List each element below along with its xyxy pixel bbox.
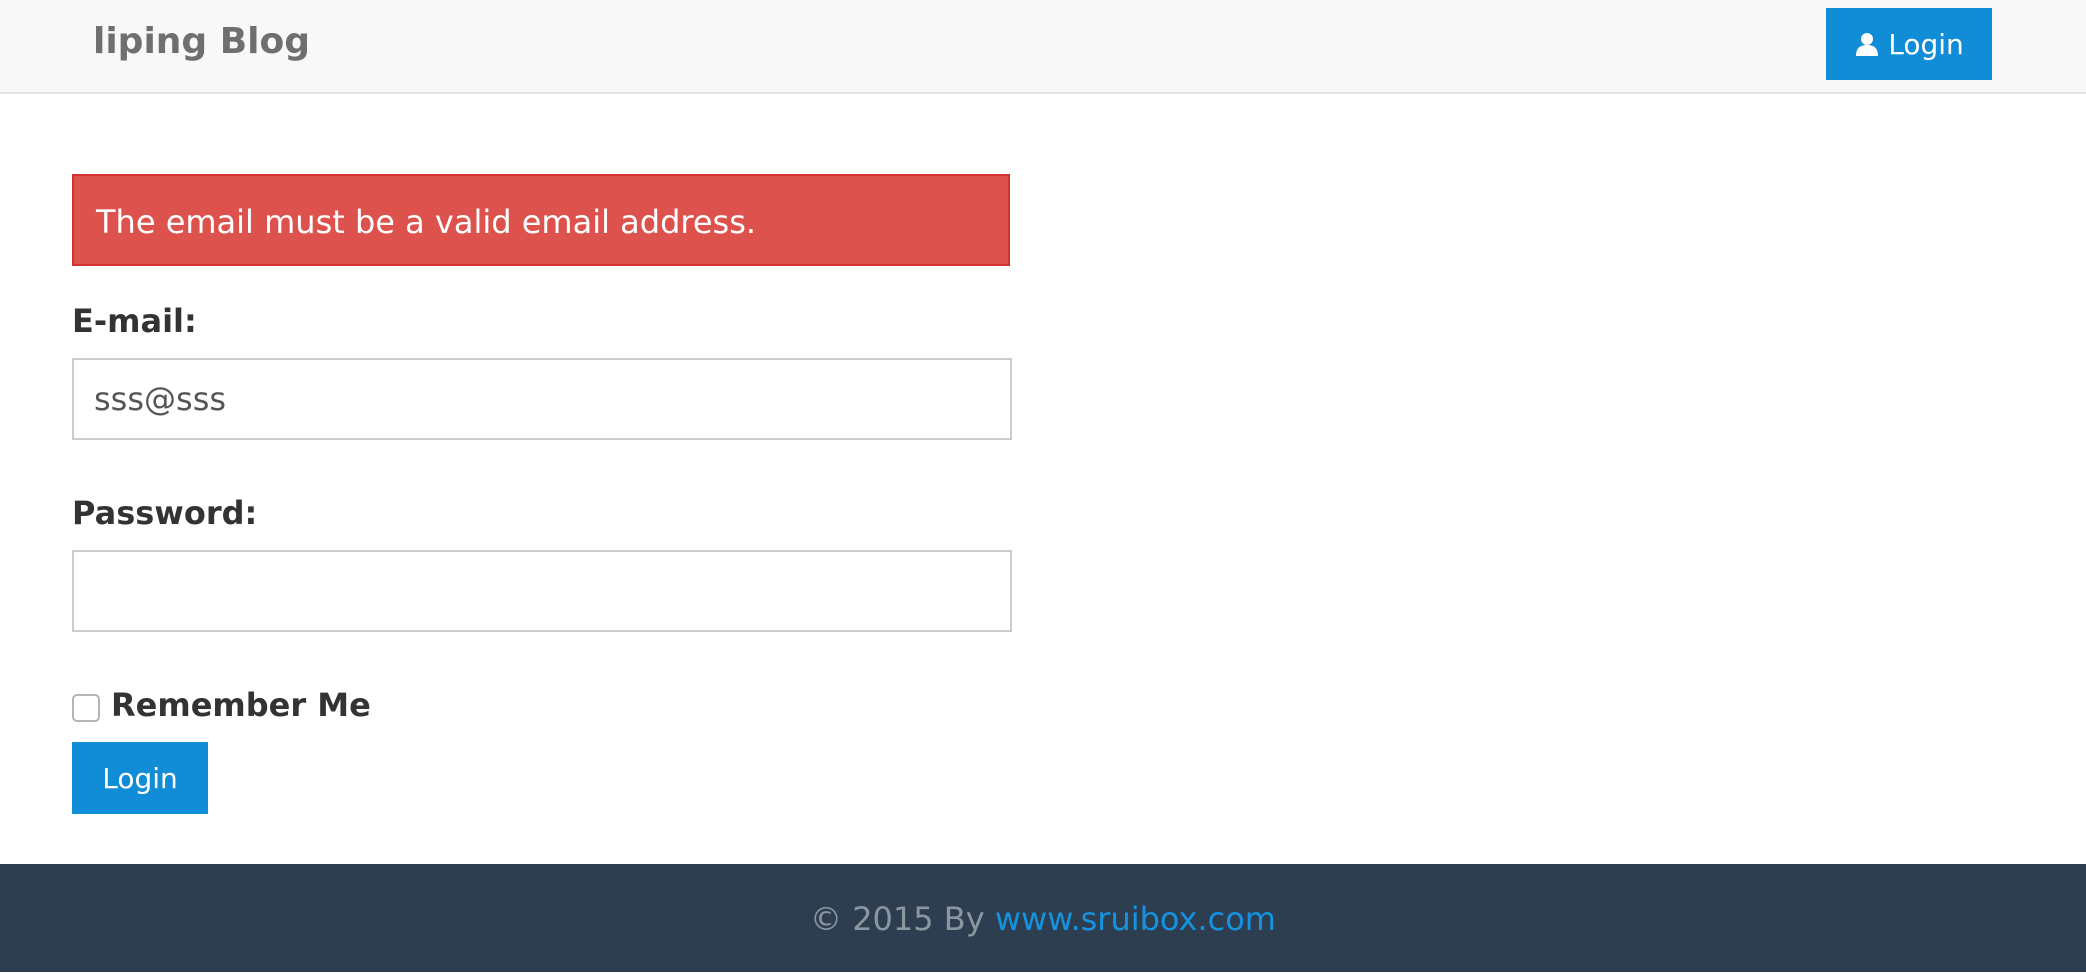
navbar: liping Blog Login bbox=[0, 0, 2086, 94]
brand-link[interactable]: liping Blog bbox=[93, 18, 310, 66]
password-field[interactable] bbox=[72, 550, 1012, 632]
footer-copyright: © 2015 By bbox=[810, 900, 985, 938]
nav-login-label: Login bbox=[1888, 27, 1964, 61]
remember-me-checkbox[interactable] bbox=[72, 694, 100, 722]
error-alert: The email must be a valid email address. bbox=[72, 174, 1010, 266]
footer-site-link[interactable]: www.sruibox.com bbox=[995, 900, 1276, 938]
password-label: Password: bbox=[72, 494, 258, 532]
footer: © 2015 By www.sruibox.com bbox=[0, 864, 2086, 972]
error-message: The email must be a valid email address. bbox=[96, 203, 757, 241]
email-field[interactable] bbox=[72, 358, 1012, 440]
email-label: E-mail: bbox=[72, 302, 197, 340]
login-submit-button[interactable]: Login bbox=[72, 742, 208, 814]
remember-me-label[interactable]: Remember Me bbox=[111, 686, 371, 724]
nav-login-button[interactable]: Login bbox=[1826, 8, 1992, 80]
user-icon bbox=[1854, 31, 1880, 57]
